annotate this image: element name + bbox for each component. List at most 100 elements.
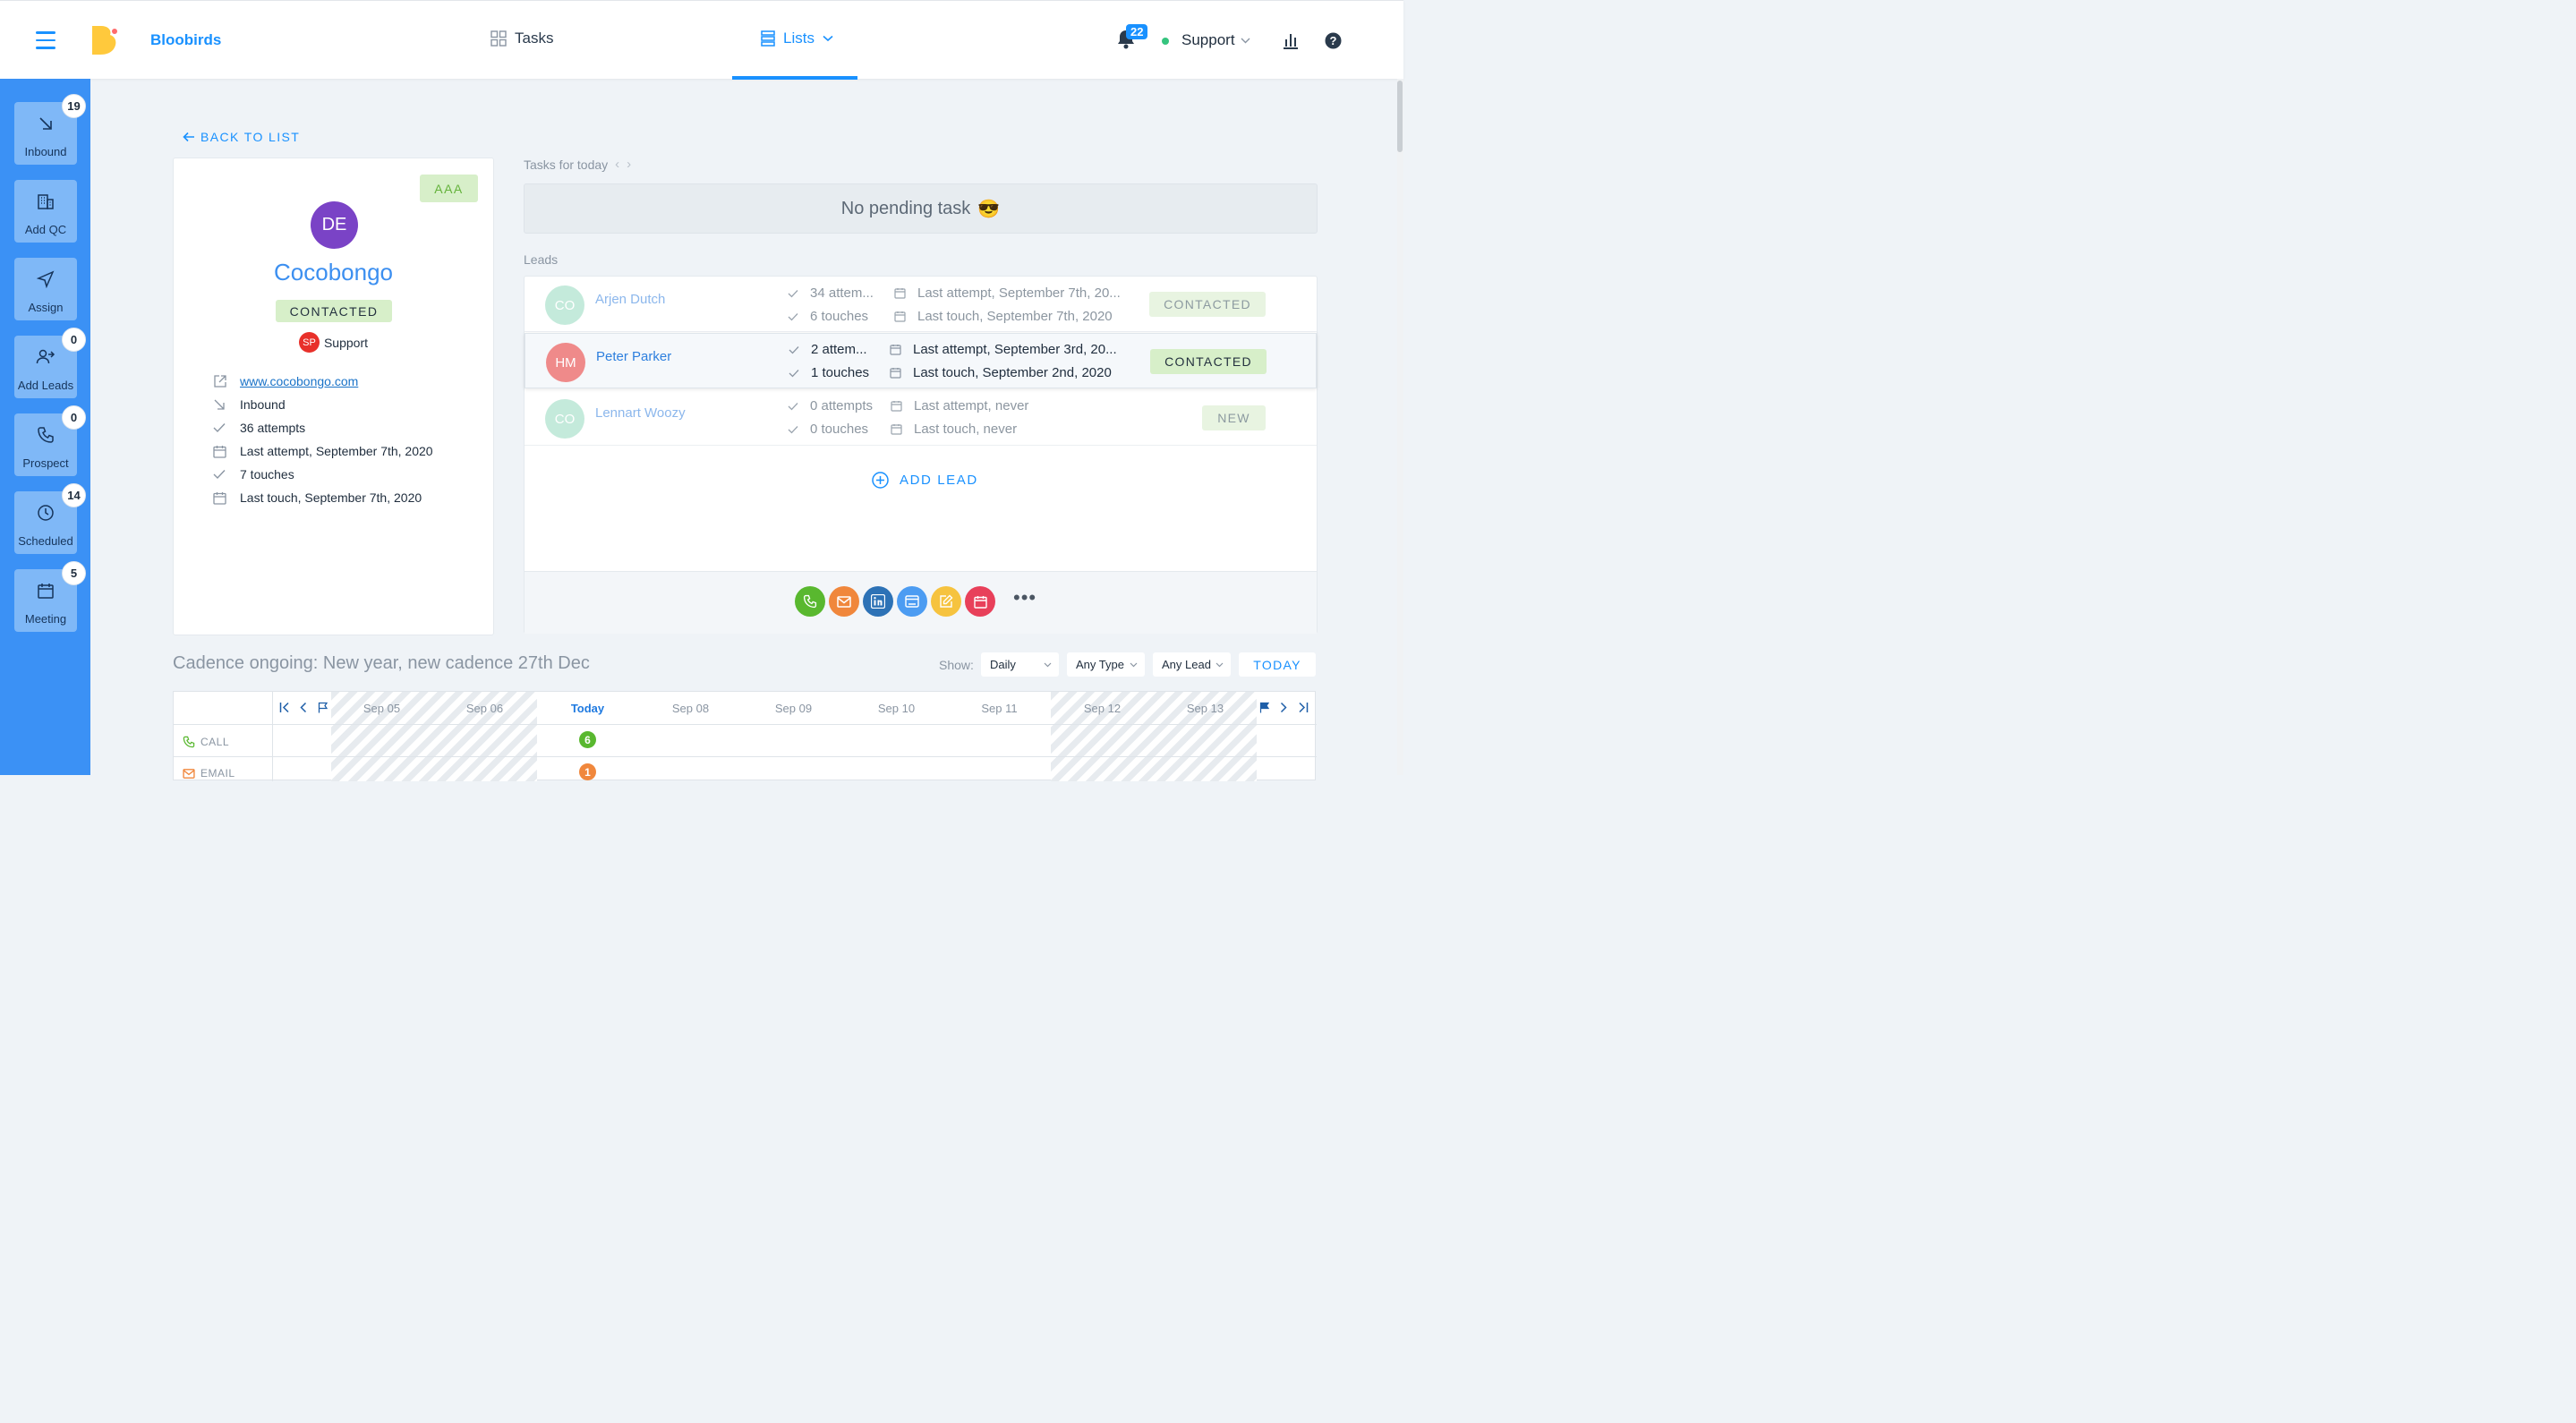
lead-last-touch: Last touch, September 7th, 2020 [894, 309, 1113, 324]
cadence-calendar: Sep 05 Sep 06 Today Sep 08 Sep 09 Sep 10… [173, 691, 1317, 781]
lead-last-attempt: Last attempt, September 3rd, 20... [890, 342, 1117, 357]
company-info-list: www.cocobongo.com Inbound 36 attempts La… [213, 370, 433, 509]
company-owner[interactable]: SP Support [174, 332, 493, 353]
company-website-link[interactable]: www.cocobongo.com [240, 374, 358, 388]
lead-filter-select[interactable]: Any Lead [1153, 652, 1231, 677]
calendar-day-today: Today [570, 702, 605, 715]
linkedin-icon [871, 594, 885, 609]
lead-touches: 0 touches [788, 422, 868, 437]
edit-icon [940, 594, 953, 608]
call-button[interactable] [795, 586, 825, 617]
back-to-list-label: BACK TO LIST [200, 130, 301, 144]
sidebar-item-prospect[interactable]: Prospect 0 [14, 405, 86, 476]
lead-name[interactable]: Peter Parker [596, 349, 671, 364]
scrollbar-track[interactable] [1397, 79, 1403, 775]
owner-name: Support [323, 335, 369, 350]
lead-avatar: CO [545, 399, 584, 439]
calendar-day: Sep 06 [465, 702, 504, 715]
check-icon [788, 425, 798, 433]
chevron-down-icon [1044, 662, 1052, 667]
svg-text:?: ? [1330, 34, 1337, 47]
first-page-icon[interactable] [279, 702, 290, 713]
email-button[interactable] [829, 586, 859, 617]
leads-panel: CO Arjen Dutch 34 attem... 6 touches Las… [524, 276, 1318, 634]
sidebar-item-label: Prospect [22, 456, 69, 470]
company-last-touch: Last touch, September 7th, 2020 [240, 490, 422, 505]
email-count-badge[interactable]: 1 [579, 763, 596, 780]
sidebar-item-meeting[interactable]: Meeting 5 [14, 561, 86, 632]
brand-name[interactable]: Bloobirds [150, 31, 221, 49]
type-filter-select[interactable]: Any Type [1067, 652, 1145, 677]
sidebar-item-assign[interactable]: Assign [14, 258, 77, 320]
lead-status-badge[interactable]: NEW [1202, 405, 1266, 430]
no-pending-task-panel: No pending task 😎 [524, 183, 1318, 234]
company-status-badge[interactable]: CONTACTED [276, 300, 392, 322]
sidebar-item-inbound[interactable]: Inbound 19 [14, 94, 86, 165]
lead-name[interactable]: Arjen Dutch [595, 292, 665, 307]
tasks-header: Tasks for today ‹ › [524, 157, 631, 172]
back-to-list-link[interactable]: BACK TO LIST [183, 130, 300, 144]
call-count-badge[interactable]: 6 [579, 731, 596, 748]
arrow-down-right-icon [214, 399, 225, 410]
company-score-badge: AAA [420, 175, 478, 202]
sidebar-badge: 5 [62, 561, 86, 585]
calendar-icon [213, 491, 226, 505]
cadence-row-email: EMAIL [183, 767, 235, 780]
chevron-right-icon[interactable]: › [627, 157, 631, 172]
bloobirds-logo[interactable] [90, 24, 120, 56]
nav-tasks[interactable]: Tasks [490, 30, 553, 47]
chevron-right-icon[interactable] [1280, 702, 1287, 713]
lead-attempts: 34 attem... [788, 285, 874, 301]
more-actions-icon[interactable]: ••• [1013, 588, 1036, 608]
flag-filled-icon[interactable] [1259, 702, 1269, 713]
action-bar: ••• [525, 571, 1317, 634]
clock-icon [38, 505, 54, 521]
lead-avatar: HM [546, 343, 585, 382]
sidebar-item-scheduled[interactable]: Scheduled 14 [14, 483, 86, 554]
web-button[interactable] [897, 586, 927, 617]
sunglasses-emoji: 😎 [977, 199, 1001, 219]
phone-icon [183, 736, 195, 748]
notification-badge: 22 [1126, 24, 1148, 39]
chevron-left-icon[interactable] [300, 702, 307, 713]
sidebar-badge: 0 [62, 405, 86, 430]
chevron-down-icon [1241, 38, 1250, 43]
lead-name[interactable]: Lennart Woozy [595, 405, 686, 421]
lead-row[interactable]: CO Arjen Dutch 34 attem... 6 touches Las… [525, 277, 1317, 332]
last-page-icon[interactable] [1298, 702, 1309, 713]
sidebar-item-label: Meeting [24, 612, 67, 626]
chevron-left-icon[interactable]: ‹ [615, 157, 619, 172]
arrow-left-icon [183, 132, 194, 142]
lead-row[interactable]: HM Peter Parker 2 attem... 1 touches Las… [525, 333, 1317, 388]
lead-status-badge[interactable]: CONTACTED [1150, 349, 1267, 374]
calendar-day: Sep 12 [1083, 702, 1122, 715]
tasks-label: Tasks for today [524, 157, 609, 172]
sidebar-item-add-leads[interactable]: Add Leads 0 [14, 328, 86, 398]
arrow-down-right-icon [39, 117, 52, 130]
nav-lists[interactable]: Lists [732, 1, 857, 80]
calendar-icon [890, 368, 901, 379]
lead-avatar: CO [545, 285, 584, 325]
scrollbar-thumb[interactable] [1397, 81, 1403, 152]
calendar-day: Sep 13 [1186, 702, 1224, 715]
calendar-button[interactable] [965, 586, 995, 617]
mail-icon [183, 768, 195, 779]
bar-chart-icon[interactable] [1282, 31, 1300, 49]
no-pending-task-text: No pending task [840, 198, 971, 218]
sidebar-item-label: Inbound [24, 145, 67, 158]
linkedin-button[interactable] [863, 586, 893, 617]
top-bar: Bloobirds Tasks Lists 22 Support ? [0, 0, 1403, 80]
user-menu[interactable]: Support [1181, 31, 1250, 49]
sidebar-item-add-qc[interactable]: Add QC [14, 180, 77, 243]
calendar-icon [890, 345, 901, 355]
lead-status-badge[interactable]: CONTACTED [1149, 292, 1266, 317]
add-lead-button[interactable]: ADD LEAD [872, 472, 978, 489]
help-icon[interactable]: ? [1325, 32, 1342, 49]
nav-lists-label: Lists [783, 30, 815, 47]
period-filter-select[interactable]: Daily [981, 652, 1059, 677]
menu-icon[interactable] [36, 31, 55, 49]
lead-row[interactable]: CO Lennart Woozy 0 attempts 0 touches La… [525, 390, 1317, 446]
today-button[interactable]: TODAY [1239, 652, 1316, 677]
flag-icon[interactable] [318, 702, 328, 713]
edit-button[interactable] [931, 586, 961, 617]
